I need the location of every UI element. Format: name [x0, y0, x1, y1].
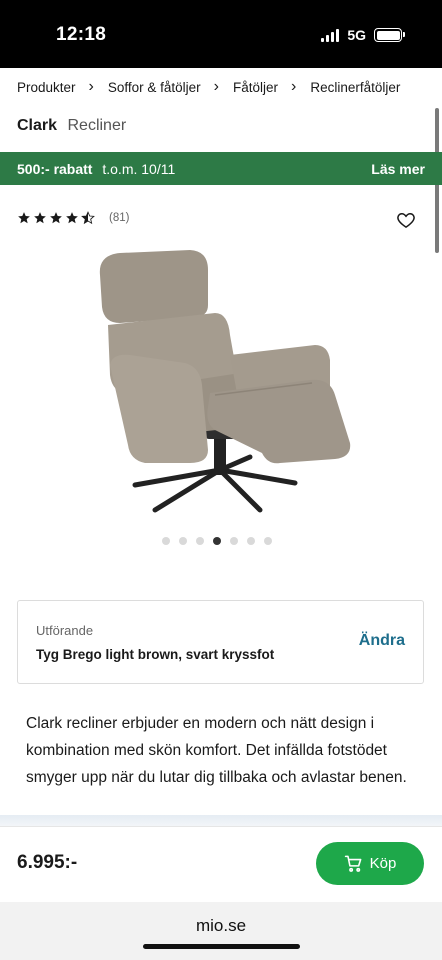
page-title: Clark Recliner — [17, 117, 126, 135]
product-image-recliner[interactable] — [90, 245, 355, 520]
chevron-right-icon: › — [213, 78, 219, 95]
product-model: Recliner — [67, 117, 127, 134]
battery-icon — [374, 28, 405, 42]
star-icon — [18, 212, 30, 224]
star-icon — [34, 212, 46, 224]
rating[interactable]: (81) — [17, 211, 129, 225]
breadcrumb-soffor-fatoljer[interactable]: Soffor & fåtöljer — [108, 80, 201, 95]
cart-icon — [344, 855, 362, 872]
star-icon — [66, 212, 78, 224]
product-description: Clark recliner erbjuder en modern och nä… — [26, 715, 407, 786]
star-icon — [50, 212, 62, 224]
network-type: 5G — [347, 27, 366, 43]
purchase-bar: 6.995:- Köp — [0, 826, 442, 902]
promo-date: t.o.m. 10/11 — [102, 160, 176, 177]
signal-icon — [321, 28, 340, 42]
change-variant-button[interactable]: Ändra — [359, 632, 405, 650]
promo-banner: 500:- rabatt t.o.m. 10/11 Läs mer — [0, 152, 442, 185]
image-carousel-dots — [162, 537, 272, 545]
carousel-dot[interactable] — [196, 537, 204, 545]
browser-address-bar[interactable]: mio.se — [0, 902, 442, 960]
variant-value: Tyg Brego light brown, svart kryssfot — [36, 647, 275, 662]
variant-label: Utförande — [36, 623, 94, 638]
chevron-right-icon: › — [88, 78, 94, 95]
promo-read-more-link[interactable]: Läs mer — [371, 161, 425, 177]
carousel-dot[interactable] — [264, 537, 272, 545]
carousel-dot[interactable] — [230, 537, 238, 545]
product-brand: Clark — [17, 117, 58, 134]
carousel-dot-active[interactable] — [213, 537, 221, 545]
chevron-right-icon: › — [291, 78, 297, 95]
carousel-dot[interactable] — [162, 537, 170, 545]
variant-selector[interactable]: Utförande Tyg Brego light brown, svart k… — [17, 600, 424, 684]
status-icons: 5G — [321, 27, 405, 43]
product-price: 6.995:- — [17, 852, 78, 873]
status-bar: 12:18 5G — [0, 0, 442, 68]
breadcrumb-produkter[interactable]: Produkter — [17, 80, 76, 95]
promo-text: 500:- rabatt — [17, 160, 93, 177]
carousel-dot[interactable] — [247, 537, 255, 545]
star-half-icon — [81, 211, 95, 225]
url-text[interactable]: mio.se — [0, 916, 442, 936]
promo-text-group: 500:- rabatt t.o.m. 10/11 — [17, 161, 175, 177]
buy-button[interactable]: Köp — [316, 842, 424, 885]
review-count[interactable]: (81) — [109, 212, 129, 224]
rating-stars — [17, 211, 95, 225]
home-indicator[interactable] — [143, 944, 300, 949]
buy-button-label: Köp — [369, 855, 397, 872]
status-time: 12:18 — [56, 24, 107, 45]
breadcrumb: Produkter › Soffor & fåtöljer › Fåtöljer… — [17, 78, 400, 96]
breadcrumb-fatoljer[interactable]: Fåtöljer — [233, 80, 278, 95]
breadcrumb-reclinerfatoljer[interactable]: Reclinerfåtöljer — [310, 80, 400, 95]
heart-icon[interactable] — [396, 210, 416, 230]
carousel-dot[interactable] — [179, 537, 187, 545]
